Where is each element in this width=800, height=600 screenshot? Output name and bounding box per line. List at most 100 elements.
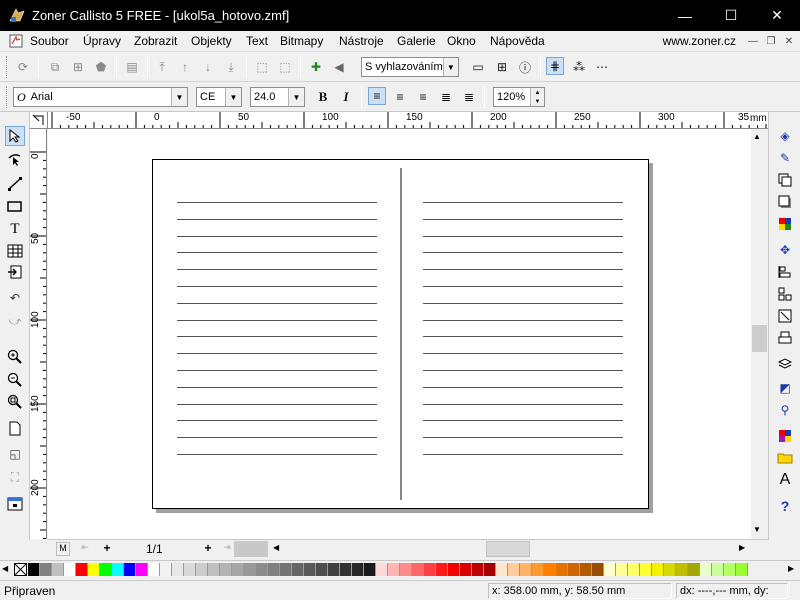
text-line[interactable] [177,269,377,271]
text-line[interactable] [423,403,623,405]
shapes-icon[interactable]: ◱ [5,444,25,464]
fill-bucket-icon[interactable]: ◈ [775,126,795,146]
color-swatch[interactable] [472,563,484,576]
color-swatch[interactable] [268,563,280,576]
color-swatch[interactable] [220,563,232,576]
scroll-up-icon[interactable]: ▲ [753,132,761,141]
text-line[interactable] [177,202,377,203]
undo-icon[interactable]: ↶ [5,288,25,308]
text-line[interactable] [177,286,377,287]
combine-icon[interactable]: ⬟ [92,58,110,76]
charset-select[interactable]: CE ▼ [196,87,242,107]
chevron-down-icon[interactable]: ▼ [442,58,458,76]
color-swatch[interactable] [316,563,328,576]
page-divider-line[interactable] [400,168,402,500]
vertical-scroll-thumb[interactable] [752,325,767,352]
pointer-tool-icon[interactable] [5,126,25,146]
monitor-icon[interactable]: ▭ [469,58,487,76]
text-line[interactable] [423,319,623,321]
node-tool-icon[interactable] [5,149,25,169]
text-line[interactable] [177,302,377,304]
bring-to-front-icon[interactable]: ⤒ [153,58,171,76]
document-page[interactable] [152,159,649,509]
bold-button[interactable]: B [314,88,332,106]
text-line[interactable] [177,252,377,254]
snap-objects-icon[interactable]: ⁂ [570,58,588,76]
menu-bitmapy[interactable]: Bitmapy [280,34,323,48]
color-swatch[interactable] [196,563,208,576]
mdi-minimize-button[interactable]: — [746,34,760,48]
close-button[interactable]: ✕ [754,0,800,31]
pages-icon[interactable]: ▤ [123,58,141,76]
color-swatch[interactable] [664,563,676,576]
grid-icon[interactable]: ⋯ [593,58,611,76]
text-line[interactable] [177,235,377,237]
text-line[interactable] [423,370,623,371]
object-manager-icon[interactable]: ◩ [775,378,795,398]
next-page-icon[interactable]: ⇥ [220,542,234,556]
send-backward-icon[interactable]: ↓ [199,58,217,76]
zoom-fit-icon[interactable] [5,392,25,412]
color-swatch[interactable] [700,563,712,576]
help-objects-icon[interactable]: ⚲ [775,400,795,420]
color-swatch[interactable] [424,563,436,576]
color-swatch[interactable] [544,563,556,576]
color-swatch[interactable] [100,563,112,576]
page-scroll-thumb[interactable] [234,541,268,557]
ungroup-icon[interactable]: ⊞ [69,58,87,76]
mdi-close-button[interactable]: ✕ [782,34,796,48]
align-center-icon[interactable]: ≡ [391,88,409,106]
color-swatch[interactable] [580,563,592,576]
transparency-icon[interactable] [775,170,795,190]
vertical-scrollbar[interactable]: ▲ ▼ [751,129,768,539]
move-icon[interactable]: ✥ [775,240,795,260]
text-line[interactable] [177,218,377,220]
shadow-icon[interactable] [775,192,795,212]
color-swatch[interactable] [256,563,268,576]
mdi-restore-button[interactable]: ❐ [764,34,778,48]
color-swatch[interactable] [64,563,76,576]
group-icon[interactable]: ⧉ [46,58,64,76]
text-tool-icon[interactable]: T [5,219,25,239]
ruler-corner[interactable] [30,112,48,129]
color-swatch[interactable] [568,563,580,576]
send-to-back-icon[interactable]: ⤓ [222,58,240,76]
palette-scroll-left-icon[interactable]: ◀ [2,564,8,573]
font-size-select[interactable]: 24.0 ▼ [250,87,305,107]
print-icon[interactable] [775,328,795,348]
text-line[interactable] [423,420,623,422]
color-swatch[interactable] [724,563,736,576]
info-icon[interactable]: ⓘ [516,58,534,76]
color-swatch[interactable] [736,563,748,576]
add-page-before-button[interactable]: + [100,541,114,555]
color-swatch[interactable] [232,563,244,576]
font-name-select[interactable]: O Arial ▼ [13,87,188,107]
color-swatch[interactable] [352,563,364,576]
no-color-swatch-icon[interactable] [14,563,27,576]
minimize-button[interactable]: — [662,0,708,31]
text-line[interactable] [177,386,377,388]
align-left-icon[interactable]: ≡ [368,87,386,105]
menu-zobrazit[interactable]: Zobrazit [134,34,177,48]
color-swatch[interactable] [76,563,88,576]
color-swatch[interactable] [592,563,604,576]
justify-all-icon[interactable]: ≣ [460,88,478,106]
text-line[interactable] [423,336,623,338]
menu-okno[interactable]: Okno [447,34,476,48]
text-line[interactable] [423,218,623,220]
color-swatch[interactable] [172,563,184,576]
rectangle-tool-icon[interactable] [5,197,25,217]
text-line[interactable] [177,319,377,321]
frame-icon[interactable]: ⊞ [493,58,511,76]
toolbar-grip[interactable] [6,86,9,108]
text-line[interactable] [423,252,623,254]
palette-scroll-right-icon[interactable]: ▶ [788,564,794,573]
text-line[interactable] [423,386,623,388]
text-line[interactable] [423,437,623,439]
zoom-out-icon[interactable] [5,370,25,390]
color-swatch[interactable] [400,563,412,576]
scroll-down-icon[interactable]: ▼ [753,525,761,534]
color-swatch[interactable] [676,563,688,576]
text-line[interactable] [177,437,377,439]
chevron-down-icon[interactable]: ▼ [288,88,304,106]
